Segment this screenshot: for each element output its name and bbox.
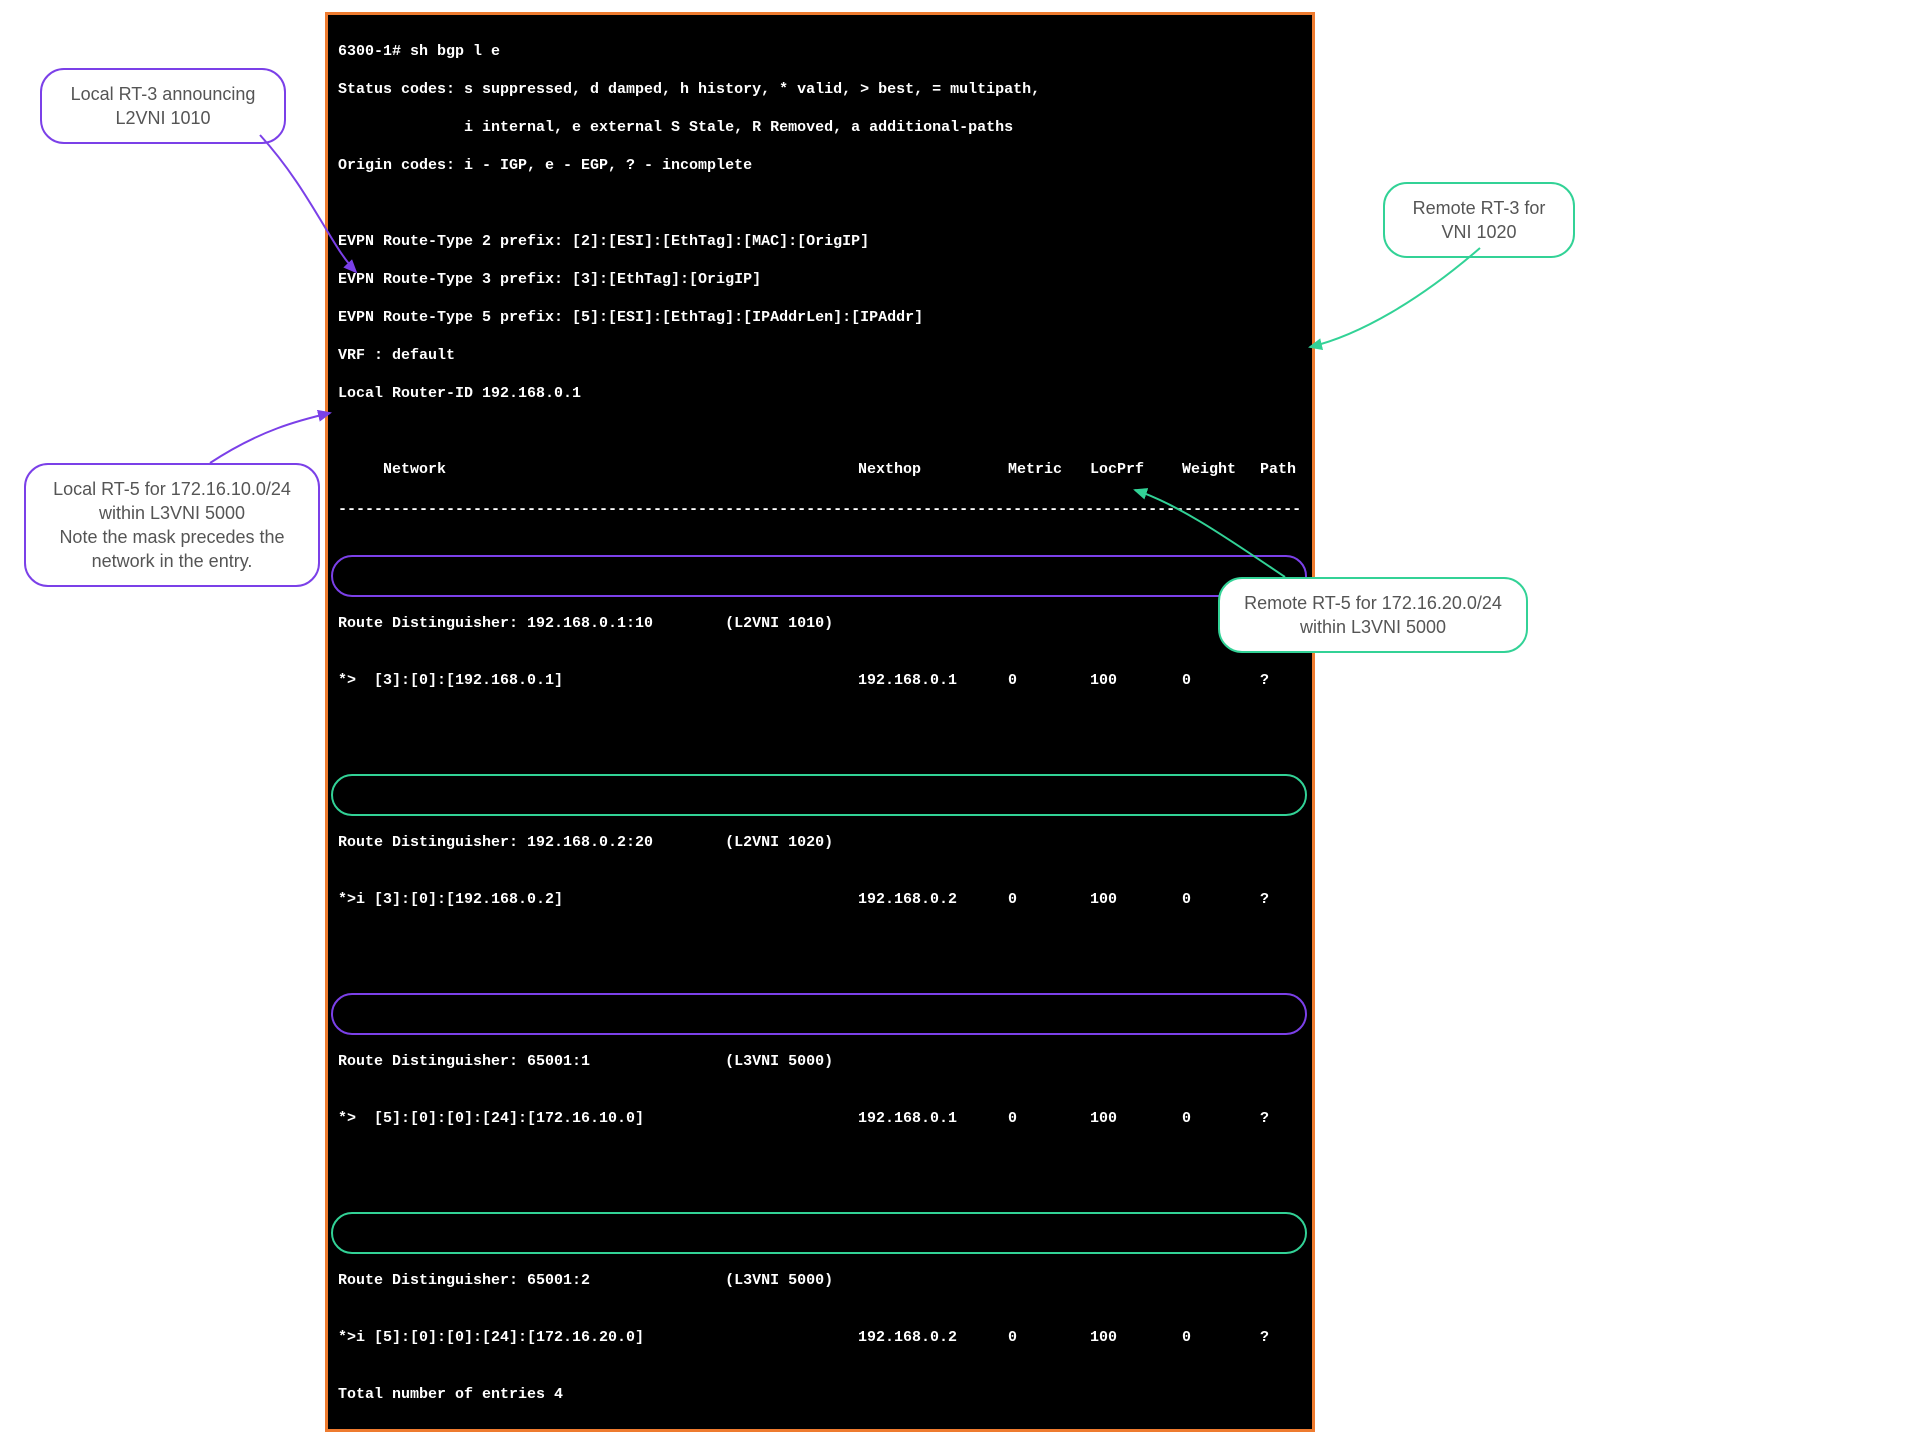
origin-codes-line: Origin codes: i - IGP, e - EGP, ? - inco… <box>338 156 1302 175</box>
route-distinguisher: Route Distinguisher: 192.168.0.1:10 (L2V… <box>338 614 1302 633</box>
weight-value: 0 <box>1182 671 1260 690</box>
divider-line: ----------------------------------------… <box>338 500 1302 519</box>
col-locprf: LocPrf <box>1090 460 1182 479</box>
path-value: ? <box>1260 671 1300 690</box>
locprf-value: 100 <box>1090 1109 1182 1128</box>
status-codes-line: Status codes: s suppressed, d damped, h … <box>338 80 1302 99</box>
network-value: *>i [5]:[0]:[0]:[24]:[172.16.20.0] <box>338 1328 858 1347</box>
weight-value: 0 <box>1182 890 1260 909</box>
path-value: ? <box>1260 1328 1300 1347</box>
callout-local-rt3: Local RT-3 announcingL2VNI 1010 <box>40 68 286 144</box>
col-network: Network <box>383 461 446 478</box>
highlight-box-purple <box>331 555 1307 597</box>
route-distinguisher: Route Distinguisher: 65001:2 (L3VNI 5000… <box>338 1271 1302 1290</box>
cli-prompt-line: 6300-1# sh bgp l e <box>338 42 1302 61</box>
col-path: Path <box>1260 460 1300 479</box>
highlight-box-green <box>331 1212 1307 1254</box>
locprf-value: 100 <box>1090 1328 1182 1347</box>
callout-remote-rt5: Remote RT-5 for 172.16.20.0/24within L3V… <box>1218 577 1528 653</box>
col-nexthop: Nexthop <box>858 460 1008 479</box>
route-type-2-legend: EVPN Route-Type 2 prefix: [2]:[ESI]:[Eth… <box>338 232 1302 251</box>
metric-value: 0 <box>1008 1109 1090 1128</box>
nexthop-value: 192.168.0.2 <box>858 1328 1008 1347</box>
route-entry-4: Route Distinguisher: 65001:2 (L3VNI 5000… <box>338 1214 1302 1366</box>
router-id-line: Local Router-ID 192.168.0.1 <box>338 384 1302 403</box>
route-entry-3: Route Distinguisher: 65001:1 (L3VNI 5000… <box>338 995 1302 1147</box>
status-codes-line-2: i internal, e external S Stale, R Remove… <box>338 118 1302 137</box>
path-value: ? <box>1260 890 1300 909</box>
weight-value: 0 <box>1182 1109 1260 1128</box>
route-distinguisher: Route Distinguisher: 65001:1 (L3VNI 5000… <box>338 1052 1302 1071</box>
network-value: *> [3]:[0]:[192.168.0.1] <box>338 671 858 690</box>
callout-local-rt5: Local RT-5 for 172.16.10.0/24within L3VN… <box>24 463 320 587</box>
highlight-box-purple <box>331 993 1307 1035</box>
total-entries-line: Total number of entries 4 <box>338 1385 1302 1404</box>
locprf-value: 100 <box>1090 671 1182 690</box>
nexthop-value: 192.168.0.2 <box>858 890 1008 909</box>
route-type-3-legend: EVPN Route-Type 3 prefix: [3]:[EthTag]:[… <box>338 270 1302 289</box>
nexthop-value: 192.168.0.1 <box>858 671 1008 690</box>
terminal-window: 6300-1# sh bgp l e Status codes: s suppr… <box>325 12 1315 1432</box>
col-weight: Weight <box>1182 460 1260 479</box>
locprf-value: 100 <box>1090 890 1182 909</box>
highlight-box-green <box>331 774 1307 816</box>
path-value: ? <box>1260 1109 1300 1128</box>
route-distinguisher: Route Distinguisher: 192.168.0.2:20 (L2V… <box>338 833 1302 852</box>
callout-remote-rt3: Remote RT-3 forVNI 1020 <box>1383 182 1575 258</box>
route-type-5-legend: EVPN Route-Type 5 prefix: [5]:[ESI]:[Eth… <box>338 308 1302 327</box>
nexthop-value: 192.168.0.1 <box>858 1109 1008 1128</box>
vrf-line: VRF : default <box>338 346 1302 365</box>
route-entry-2: Route Distinguisher: 192.168.0.2:20 (L2V… <box>338 776 1302 928</box>
weight-value: 0 <box>1182 1328 1260 1347</box>
metric-value: 0 <box>1008 890 1090 909</box>
route-entry-1: Route Distinguisher: 192.168.0.1:10 (L2V… <box>338 557 1302 709</box>
metric-value: 0 <box>1008 671 1090 690</box>
network-value: *> [5]:[0]:[0]:[24]:[172.16.10.0] <box>338 1109 858 1128</box>
col-metric: Metric <box>1008 460 1090 479</box>
network-value: *>i [3]:[0]:[192.168.0.2] <box>338 890 858 909</box>
column-headers: Network Nexthop Metric LocPrf Weight Pat… <box>338 460 1302 479</box>
metric-value: 0 <box>1008 1328 1090 1347</box>
